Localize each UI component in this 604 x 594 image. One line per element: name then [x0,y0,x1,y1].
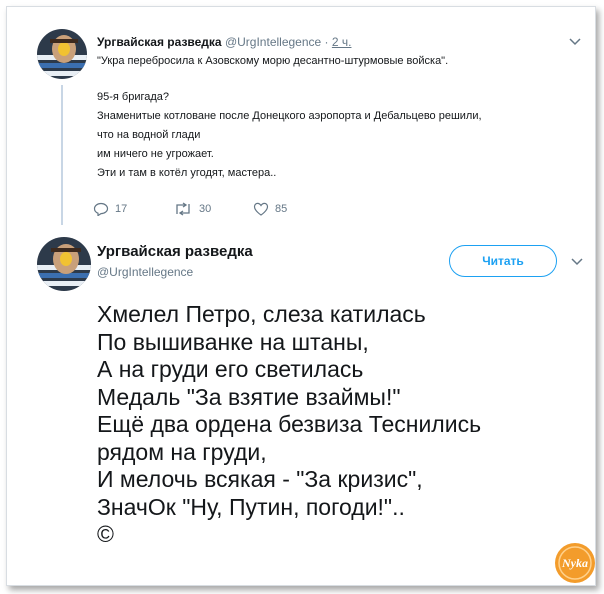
author-handle[interactable]: @UrgIntellegence [225,35,321,49]
author-name[interactable]: Ургвайская разведка [97,35,222,49]
reply-action[interactable]: 17 [93,201,127,217]
like-count: 85 [275,203,288,215]
poem-line: Хмелел Петро, слеза катилась [97,301,426,327]
heart-icon [253,202,269,216]
like-action[interactable]: 85 [253,201,287,217]
tweet-text-line: Знаменитые котловане после Донецкого аэр… [97,110,482,122]
poem-line: Медаль "За взятие взаймы!" [97,383,401,410]
tweet-text-line: 95-я бригада? [97,91,170,103]
tweet-text-line: Эти и там в котёл угодят, мастера.. [97,167,277,179]
retweet-count: 30 [199,203,212,215]
retweet-action[interactable]: 30 [173,201,211,217]
retweet-icon [176,202,190,216]
author-name[interactable]: Ургвайская разведка [97,243,253,260]
poem-line: ЗначОк "Ну, Путин, погоди!".. [97,493,405,520]
poem-line: А на груди его светилась [97,356,364,382]
copyright-sign: © [97,521,114,547]
follow-button[interactable]: Читать [449,245,557,277]
tweet-text-line: что на водной глади [97,129,201,141]
poem-line: рядом на груди, [97,438,267,465]
separator: · [324,35,329,49]
watermark-logo: Nyka [555,543,595,583]
tweet-timestamp[interactable]: 2 ч. [332,35,352,49]
thread-connector [61,85,63,225]
avatar[interactable] [37,29,87,79]
watermark-text: Nyka [561,556,588,570]
poem-line: И мелочь всякая - "За кризис", [97,466,423,492]
tweet-header: Ургвайская разведка @UrgIntellegence · 2… [97,35,351,49]
screenshot-frame: Ургвайская разведка @UrgIntellegence · 2… [6,6,596,586]
reply-count: 17 [115,203,128,215]
tweet-text-line: "Укра перебросила к Азовскому морю десан… [97,55,449,67]
tweet-text: Хмелел Петро, слеза катилась По вышиванк… [97,301,481,549]
reply-icon [93,202,109,216]
poem-line: По вышиванке на штаны, [97,328,369,355]
poem-line: Ещё два ордена безвиза Теснились [97,411,482,437]
avatar[interactable] [37,237,91,291]
chevron-down-icon[interactable] [571,257,583,267]
tweet-text-line: им ничего не угрожает. [97,148,214,160]
chevron-down-icon[interactable] [569,37,581,47]
author-handle[interactable]: @UrgIntellegence [97,265,193,279]
